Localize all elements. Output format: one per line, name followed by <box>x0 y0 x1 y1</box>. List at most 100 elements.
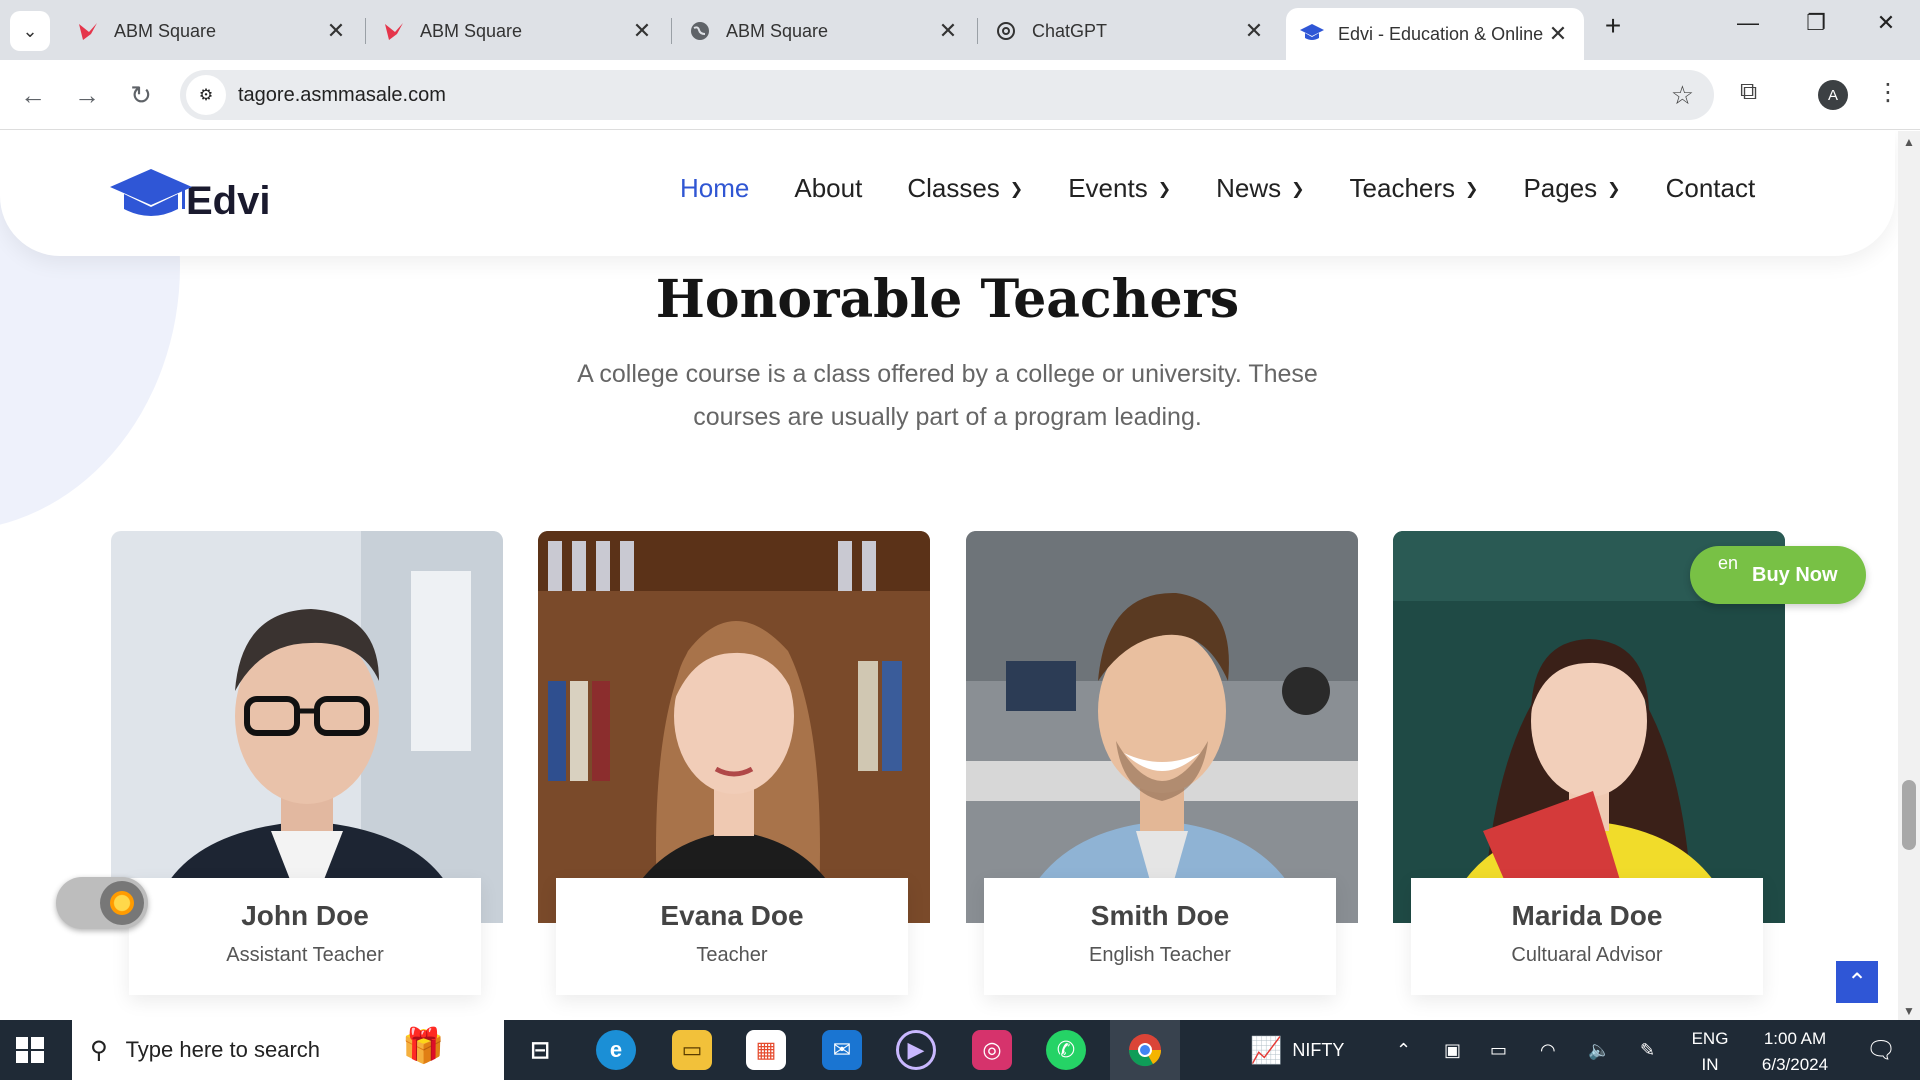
edge-icon[interactable]: e <box>596 1030 636 1070</box>
nav-about[interactable]: About <box>794 173 862 204</box>
scrollbar-thumb[interactable] <box>1902 780 1916 850</box>
teacher-card[interactable]: Evana Doe Teacher <box>538 531 930 1001</box>
close-icon[interactable]: ✕ <box>1242 18 1266 44</box>
tab-separator <box>977 18 978 44</box>
teacher-name[interactable]: Evana Doe <box>556 900 908 932</box>
lang-code: ENG <box>1691 1029 1729 1048</box>
close-icon[interactable]: ✕ <box>1546 21 1570 47</box>
volume-icon[interactable]: 🔈 <box>1588 1020 1610 1080</box>
minimize-icon[interactable]: — <box>1728 10 1768 36</box>
mail-icon[interactable]: ✉ <box>822 1030 862 1070</box>
clock-time: 1:00 AM <box>1763 1029 1827 1048</box>
nav-pages[interactable]: Pages ❯ <box>1523 173 1620 204</box>
tab-search-button[interactable]: ⌄ <box>10 11 50 51</box>
tab-separator <box>365 18 366 44</box>
whatsapp-icon[interactable]: ✆ <box>1046 1030 1086 1070</box>
site-logo[interactable]: Edvi <box>110 169 270 221</box>
page-viewport: Edvi Home About Classes ❯ Events ❯ News ❯ T… <box>0 131 1898 1020</box>
browser-tab[interactable]: ABM Square ✕ <box>674 8 974 54</box>
kebab-menu-icon[interactable]: ⋮ <box>1876 78 1900 107</box>
graduation-cap-icon <box>110 169 192 221</box>
bookmark-star-icon[interactable]: ☆ <box>1671 80 1694 111</box>
teacher-photo <box>538 531 930 923</box>
nav-home[interactable]: Home <box>680 173 749 204</box>
chrome-taskbar-item[interactable] <box>1110 1020 1180 1080</box>
teacher-card[interactable]: Smith Doe English Teacher <box>966 531 1358 1001</box>
double-chevron-up-icon: ⌃ <box>1846 968 1868 996</box>
nav-events[interactable]: Events ❯ <box>1068 173 1171 204</box>
restore-icon[interactable]: ❐ <box>1796 10 1836 36</box>
reload-icon[interactable]: ↻ <box>124 80 158 111</box>
system-clock[interactable]: 1:00 AM 6/3/2024 <box>1740 1026 1850 1078</box>
teacher-info: Evana Doe Teacher <box>556 878 908 995</box>
broken-image-icon: en <box>1718 553 1739 573</box>
teacher-name[interactable]: Smith Doe <box>984 900 1336 932</box>
clock-date: 6/3/2024 <box>1761 1055 1829 1074</box>
chevron-right-icon: ❯ <box>1157 180 1172 198</box>
logo-text: Edvi <box>186 179 271 223</box>
dark-mode-toggle[interactable] <box>56 877 148 929</box>
scroll-to-top-button[interactable]: ⌃ <box>1836 961 1878 1003</box>
toggle-knob <box>100 881 144 925</box>
address-bar[interactable]: ⚙ tagore.asmmasale.com ☆ <box>180 70 1714 120</box>
teacher-name[interactable]: John Doe <box>129 900 481 932</box>
main-nav: Home About Classes ❯ Events ❯ News ❯ Teache… <box>680 173 1800 204</box>
chevron-right-icon: ❯ <box>1465 180 1479 198</box>
file-explorer-icon[interactable]: ▭ <box>672 1030 712 1070</box>
task-view-icon[interactable]: ⊟ <box>520 1030 560 1070</box>
pen-icon[interactable]: ✎ <box>1640 1020 1655 1080</box>
nav-teachers[interactable]: Teachers ❯ <box>1350 173 1479 204</box>
language-indicator[interactable]: ENG IN <box>1690 1026 1730 1078</box>
tab-title: ABM Square <box>420 20 523 41</box>
search-highlight-icon: 🎁 <box>402 1027 445 1065</box>
stock-ticker[interactable]: 📈 NIFTY <box>1250 1020 1344 1080</box>
battery-icon[interactable]: ▭ <box>1490 1020 1507 1080</box>
profile-avatar[interactable]: A <box>1818 80 1848 110</box>
close-icon[interactable]: ✕ <box>324 18 348 44</box>
teacher-role: English Teacher <box>1089 944 1231 966</box>
ms-store-icon[interactable]: ▦ <box>746 1030 786 1070</box>
page-scrollbar[interactable]: ▲ ▼ <box>1898 131 1920 1020</box>
close-icon[interactable]: ✕ <box>936 18 960 44</box>
section-description: A college course is a class offered by a… <box>577 360 1318 431</box>
teacher-name[interactable]: Marida Doe <box>1411 900 1763 932</box>
nav-contact[interactable]: Contact <box>1666 173 1756 204</box>
media-player-icon[interactable]: ▶ <box>896 1030 936 1070</box>
nav-label: Events <box>1068 173 1148 203</box>
meet-now-icon[interactable]: ▣ <box>1444 1020 1461 1080</box>
tray-chevron-up-icon[interactable]: ⌃ <box>1396 1020 1411 1080</box>
scroll-up-arrow-icon[interactable]: ▲ <box>1903 135 1915 149</box>
browser-tab[interactable]: ABM Square ✕ <box>62 8 362 54</box>
url-text: tagore.asmmasale.com <box>238 83 446 106</box>
browser-toolbar: ← → ↻ ⚙ tagore.asmmasale.com ☆ ⧉ ⋮ <box>0 60 1920 130</box>
close-icon[interactable]: ✕ <box>630 18 654 44</box>
instagram-icon[interactable]: ◎ <box>972 1030 1012 1070</box>
browser-tab-active[interactable]: Edvi - Education & Online ✕ <box>1286 8 1584 60</box>
window-close-icon[interactable]: ✕ <box>1866 10 1906 36</box>
nav-label: About <box>794 173 863 203</box>
teacher-info: John Doe Assistant Teacher <box>129 878 481 995</box>
scroll-down-arrow-icon[interactable]: ▼ <box>1903 1004 1915 1018</box>
back-icon[interactable]: ← <box>16 80 50 111</box>
forward-icon[interactable]: → <box>70 80 104 111</box>
browser-tab[interactable]: ChatGPT ✕ <box>980 8 1280 54</box>
nav-label: Contact <box>1665 173 1756 203</box>
windows-start-icon[interactable] <box>14 1034 46 1066</box>
chevron-right-icon: ❯ <box>1607 180 1621 198</box>
site-info-icon[interactable]: ⚙ <box>186 75 226 115</box>
extensions-icon[interactable]: ⧉ <box>1740 78 1757 106</box>
abm-bird-icon <box>76 19 100 43</box>
browser-tab[interactable]: ABM Square ✕ <box>368 8 668 54</box>
buy-now-button[interactable]: en Buy Now <box>1690 546 1866 604</box>
graduation-cap-icon <box>1300 22 1324 46</box>
wifi-icon[interactable]: ◠ <box>1540 1020 1556 1080</box>
nav-classes[interactable]: Classes ❯ <box>907 173 1023 204</box>
nav-news[interactable]: News ❯ <box>1216 173 1304 204</box>
new-tab-icon[interactable]: + <box>1593 10 1633 42</box>
taskbar-search[interactable]: ⚲ Type here to search 🎁 <box>72 1020 504 1080</box>
section-title: Honorable Teachers <box>655 269 1240 330</box>
teacher-card[interactable]: John Doe Assistant Teacher <box>111 531 503 1001</box>
ticker-label: NIFTY <box>1292 1039 1345 1060</box>
windows-taskbar: ⚲ Type here to search 🎁 ⊟ e ▭ ▦ ✉ ▶ ◎ ✆ … <box>0 1020 1920 1080</box>
notifications-icon[interactable]: 🗨 <box>1866 1020 1896 1080</box>
